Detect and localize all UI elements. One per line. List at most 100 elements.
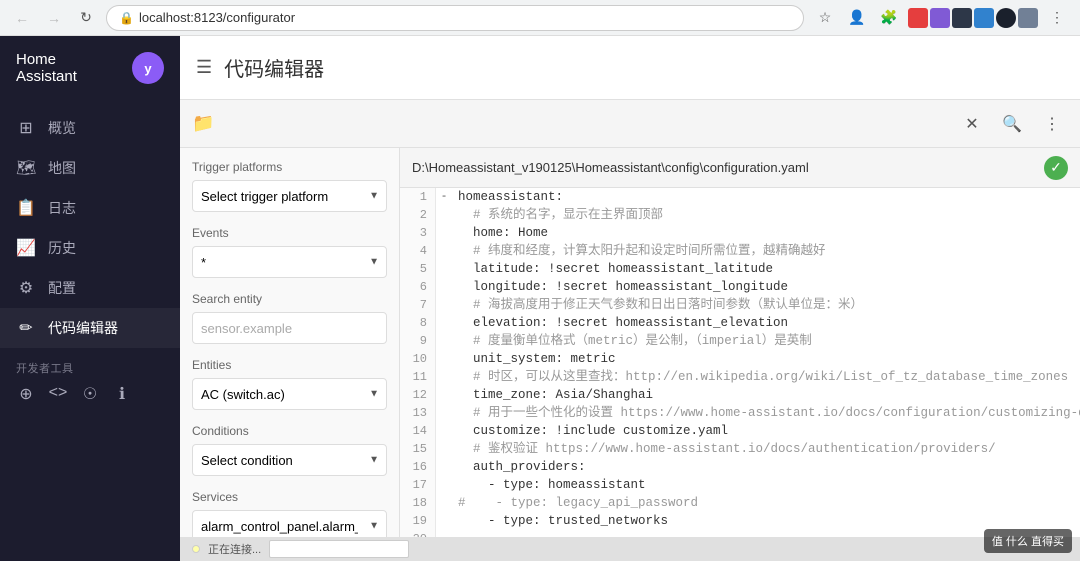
ext-icon-1 — [908, 8, 928, 28]
main-content: Trigger platforms Select trigger platfor… — [180, 148, 1080, 537]
sidebar-item-code-editor[interactable]: ✏ 代码编辑器 — [0, 308, 180, 348]
line-content: # 纬度和经度，计算太阳升起和设定时间所需位置，越精确越好 — [452, 242, 826, 260]
code-file-path: D:\Homeassistant_v190125\Homeassistant\c… — [400, 148, 1080, 188]
file-bar: 📁 ✕ 🔍 ⋮ — [180, 100, 1080, 148]
line-marker — [436, 296, 452, 314]
dev-tool-2[interactable]: <> — [48, 384, 68, 404]
line-content: - type: homeassistant — [452, 476, 646, 494]
sidebar-item-settings[interactable]: ⚙ 配置 — [0, 268, 180, 308]
line-content: auth_providers: — [452, 458, 586, 476]
line-number: 1 — [400, 188, 436, 206]
line-number: 7 — [400, 296, 436, 314]
events-select[interactable]: * — [192, 246, 387, 278]
events-label: Events — [192, 226, 387, 240]
back-button[interactable]: ← — [10, 6, 34, 30]
line-number: 2 — [400, 206, 436, 224]
table-row: 12 time_zone: Asia/Shanghai — [400, 386, 1080, 404]
ext-icon-6 — [1018, 8, 1038, 28]
table-row: 8 elevation: !secret homeassistant_eleva… — [400, 314, 1080, 332]
line-marker — [436, 350, 452, 368]
trigger-select[interactable]: Select trigger platform — [192, 180, 387, 212]
line-content: unit_system: metric — [452, 350, 616, 368]
line-marker — [436, 368, 452, 386]
search-button[interactable]: 🔍 — [996, 108, 1028, 140]
status-input[interactable] — [269, 540, 409, 558]
browser-bar: ← → ↻ 🔒 localhost:8123/configurator ☆ 👤 … — [0, 0, 1080, 36]
dev-tools-label: 开发者工具 — [0, 348, 180, 380]
line-number: 9 — [400, 332, 436, 350]
ext-icon-2 — [930, 8, 950, 28]
browser-actions: ☆ 👤 🧩 ⋮ — [812, 5, 1070, 31]
more-button[interactable]: ⋮ — [1044, 5, 1070, 31]
conditions-section: Conditions Select condition — [192, 424, 387, 476]
line-number: 20 — [400, 530, 436, 537]
entities-select[interactable]: AC (switch.ac) — [192, 378, 387, 410]
ext-icon-4 — [974, 8, 994, 28]
sidebar-item-label-history: 历史 — [48, 238, 76, 258]
line-number: 13 — [400, 404, 436, 422]
forward-button[interactable]: → — [42, 6, 66, 30]
sidebar-item-label-logs: 日志 — [48, 198, 76, 218]
table-row: 2 # 系统的名字，显示在主界面顶部 — [400, 206, 1080, 224]
extensions-button[interactable]: 🧩 — [876, 5, 902, 31]
line-number: 19 — [400, 512, 436, 530]
line-number: 12 — [400, 386, 436, 404]
file-bar-actions: ✕ 🔍 ⋮ — [956, 108, 1068, 140]
line-marker — [436, 494, 452, 512]
reload-button[interactable]: ↻ — [74, 6, 98, 30]
table-row: 20 — [400, 530, 1080, 537]
line-content: customize: !include customize.yaml — [452, 422, 728, 440]
bookmark-button[interactable]: ☆ — [812, 5, 838, 31]
table-row: 18# - type: legacy_api_password — [400, 494, 1080, 512]
line-content: # 时区，可以从这里查找：http://en.wikipedia.org/wik… — [452, 368, 1068, 386]
dev-tool-1[interactable]: ⊕ — [16, 384, 36, 404]
menu-icon[interactable]: ☰ — [196, 57, 212, 78]
code-area: D:\Homeassistant_v190125\Homeassistant\c… — [400, 148, 1080, 537]
line-marker — [436, 386, 452, 404]
sidebar-item-overview[interactable]: ⊞ 概览 — [0, 108, 180, 148]
folder-icon[interactable]: 📁 — [192, 113, 214, 134]
table-row: 9 # 度量衡单位格式（metric）是公制，（imperial）是英制 — [400, 332, 1080, 350]
code-editor[interactable]: 1-homeassistant:2 # 系统的名字，显示在主界面顶部3 home… — [400, 188, 1080, 537]
sidebar-item-map[interactable]: 🗺 地图 — [0, 148, 180, 188]
sidebar-item-label-settings: 配置 — [48, 278, 76, 298]
line-content: time_zone: Asia/Shanghai — [452, 386, 653, 404]
line-number: 8 — [400, 314, 436, 332]
sidebar: Home Assistant y ⊞ 概览 🗺 地图 📋 日志 📈 历史 ⚙ — [0, 36, 180, 561]
line-number: 6 — [400, 278, 436, 296]
line-number: 11 — [400, 368, 436, 386]
avatar[interactable]: y — [132, 52, 164, 84]
search-entity-label: Search entity — [192, 292, 387, 306]
dev-tool-4[interactable]: ℹ — [112, 384, 132, 404]
lock-icon: 🔒 — [119, 11, 134, 25]
profile-button[interactable]: 👤 — [844, 5, 870, 31]
top-bar: ☰ 代码编辑器 — [180, 36, 1080, 100]
more-options-button[interactable]: ⋮ — [1036, 108, 1068, 140]
success-icon: ✓ — [1044, 156, 1068, 180]
line-marker — [436, 458, 452, 476]
sidebar-nav: ⊞ 概览 🗺 地图 📋 日志 📈 历史 ⚙ 配置 ✏ 代码编辑器 — [0, 100, 180, 561]
line-number: 18 — [400, 494, 436, 512]
conditions-select[interactable]: Select condition — [192, 444, 387, 476]
app-layout: Home Assistant y ⊞ 概览 🗺 地图 📋 日志 📈 历史 ⚙ — [0, 36, 1080, 561]
services-select[interactable]: alarm_control_panel.alarm_arm_away — [192, 510, 387, 537]
close-file-button[interactable]: ✕ — [956, 108, 988, 140]
page-title: 代码编辑器 — [224, 53, 324, 82]
file-path-text: D:\Homeassistant_v190125\Homeassistant\c… — [412, 160, 1036, 175]
url-bar[interactable]: 🔒 localhost:8123/configurator — [106, 5, 804, 31]
dev-tool-3[interactable]: ☉ — [80, 384, 100, 404]
logs-icon: 📋 — [16, 198, 36, 218]
table-row: 5 latitude: !secret homeassistant_latitu… — [400, 260, 1080, 278]
sidebar-item-logs[interactable]: 📋 日志 — [0, 188, 180, 228]
entities-label: Entities — [192, 358, 387, 372]
services-select-wrapper: alarm_control_panel.alarm_arm_away — [192, 510, 387, 537]
watermark: 值 什么 直得买 — [984, 529, 1072, 553]
line-marker — [436, 332, 452, 350]
line-content: longitude: !secret homeassistant_longitu… — [452, 278, 788, 296]
sidebar-item-history[interactable]: 📈 历史 — [0, 228, 180, 268]
sidebar-item-label-map: 地图 — [48, 158, 76, 178]
table-row: 19 - type: trusted_networks — [400, 512, 1080, 530]
search-entity-input[interactable] — [192, 312, 387, 344]
entities-section: Entities AC (switch.ac) — [192, 358, 387, 410]
map-icon: 🗺 — [16, 158, 36, 178]
